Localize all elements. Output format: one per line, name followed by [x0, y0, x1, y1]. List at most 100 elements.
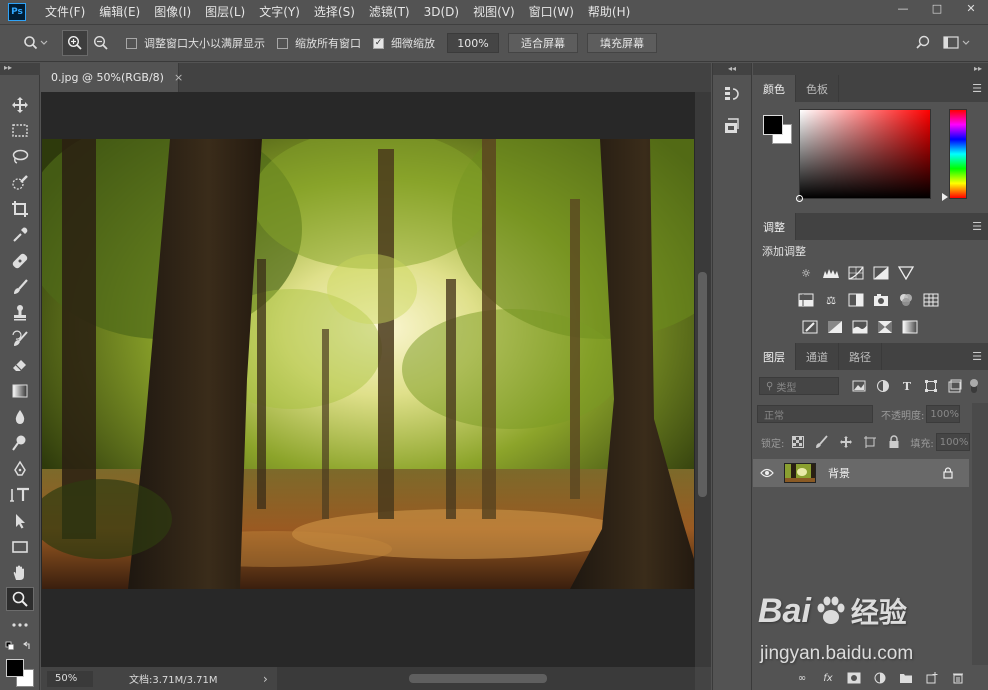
layer-row-background[interactable]: 背景 [753, 459, 969, 487]
tab-adjustments[interactable]: 调整 [753, 213, 796, 240]
black-white-icon[interactable] [847, 292, 865, 308]
exposure-icon[interactable] [872, 265, 890, 281]
photo-filter-icon[interactable] [872, 292, 890, 308]
pen-tool[interactable] [6, 457, 34, 481]
new-layer-icon[interactable] [922, 669, 942, 687]
history-panel-button[interactable] [718, 81, 746, 107]
marquee-tool[interactable] [6, 119, 34, 143]
hue-saturation-icon[interactable] [797, 292, 815, 308]
fit-screen-button[interactable]: 适合屏幕 [508, 33, 578, 53]
tab-swatches[interactable]: 色板 [796, 75, 839, 102]
filter-toggle-switch[interactable] [970, 379, 978, 393]
menu-layer[interactable]: 图层(L) [198, 0, 252, 24]
close-window-button[interactable]: ✕ [954, 0, 988, 16]
menu-type[interactable]: 文字(Y) [252, 0, 307, 24]
gradient-tool[interactable] [6, 379, 34, 403]
dock-collapse-strip[interactable]: ◂◂ [713, 63, 751, 75]
tab-layers[interactable]: 图层 [753, 343, 796, 370]
menu-edit[interactable]: 编辑(E) [92, 0, 147, 24]
crop-tool[interactable] [6, 197, 34, 221]
delete-layer-trash-icon[interactable] [948, 669, 968, 687]
tab-paths[interactable]: 路径 [839, 343, 882, 370]
history-brush-tool[interactable] [6, 327, 34, 351]
menu-image[interactable]: 图像(I) [147, 0, 198, 24]
blur-tool[interactable] [6, 405, 34, 429]
add-layer-mask-icon[interactable] [844, 669, 864, 687]
layers-panel-menu-icon[interactable]: ☰ [972, 351, 982, 362]
invert-icon[interactable] [801, 319, 819, 335]
link-layers-icon[interactable]: ∞ [792, 669, 812, 687]
adjustments-panel-menu-icon[interactable]: ☰ [972, 221, 982, 232]
type-tool[interactable] [6, 483, 34, 507]
swap-default-colors[interactable] [5, 640, 35, 654]
lock-image-pixels-icon[interactable] [814, 434, 830, 450]
search-button[interactable] [910, 30, 936, 56]
workspace-switcher[interactable] [940, 30, 976, 56]
color-balance-icon[interactable]: ⚖ [822, 292, 840, 308]
filter-type-layers-icon[interactable]: T [899, 378, 915, 394]
brush-tool[interactable] [6, 275, 34, 299]
path-selection-tool[interactable] [6, 509, 34, 533]
tab-color[interactable]: 颜色 [753, 75, 796, 102]
hue-slider[interactable] [942, 109, 967, 201]
zoom-tool[interactable] [6, 587, 34, 611]
maximize-button[interactable]: □ [920, 0, 954, 16]
eraser-tool[interactable] [6, 353, 34, 377]
zoom-all-windows-option[interactable]: 缩放所有窗口 [277, 35, 361, 51]
lock-artboard-icon[interactable] [862, 434, 878, 450]
blend-mode-select[interactable]: 正常 [757, 405, 873, 423]
status-zoom-field[interactable]: 50% [47, 670, 93, 687]
menu-window[interactable]: 窗口(W) [522, 0, 581, 24]
new-adjustment-layer-icon[interactable] [870, 669, 890, 687]
foreground-background-swatches[interactable] [6, 659, 36, 687]
filter-smart-objects-icon[interactable] [947, 378, 963, 394]
canvas-horizontal-scrollbar[interactable] [277, 667, 695, 690]
document-canvas-image[interactable] [42, 139, 694, 589]
document-tab[interactable]: 0.jpg @ 50%(RGB/8) × [41, 63, 183, 92]
rectangle-tool[interactable] [6, 535, 34, 559]
color-picker-field[interactable] [796, 109, 931, 202]
posterize-icon[interactable] [826, 319, 844, 335]
tab-channels[interactable]: 通道 [796, 343, 839, 370]
scrubby-zoom-option[interactable]: ✓ 细微缩放 [373, 35, 435, 51]
zoom-in-mode-button[interactable] [62, 30, 88, 56]
new-group-folder-icon[interactable] [896, 669, 916, 687]
toolbar-foreground-color[interactable] [6, 659, 24, 677]
zoom-out-mode-button[interactable] [88, 30, 114, 56]
menu-view[interactable]: 视图(V) [466, 0, 522, 24]
threshold-icon[interactable] [851, 319, 869, 335]
layer-filter-kind-select[interactable]: ⚲ 类型 [759, 377, 839, 395]
clone-stamp-tool[interactable] [6, 301, 34, 325]
opacity-field[interactable]: 100% [926, 405, 961, 423]
filter-shape-layers-icon[interactable] [923, 378, 939, 394]
fill-screen-button[interactable]: 填充屏幕 [587, 33, 657, 53]
lock-all-icon[interactable] [886, 434, 902, 450]
levels-icon[interactable] [822, 265, 840, 281]
gradient-map-icon[interactable] [901, 319, 919, 335]
minimize-button[interactable]: — [886, 0, 920, 16]
canvas-vertical-scrollbar[interactable] [695, 92, 711, 667]
zoom-percent-field[interactable]: 100% [447, 33, 499, 53]
canvas-horizontal-scroll-thumb[interactable] [409, 674, 547, 683]
right-dock-collapse-strip[interactable]: ▸▸ [753, 63, 988, 75]
curves-icon[interactable] [847, 265, 865, 281]
menu-select[interactable]: 选择(S) [307, 0, 362, 24]
color-panel-menu-icon[interactable]: ☰ [972, 83, 982, 94]
quick-selection-tool[interactable] [6, 171, 34, 195]
edit-toolbar-button[interactable] [6, 613, 34, 637]
layers-vertical-scrollbar[interactable] [972, 403, 988, 665]
menu-filter[interactable]: 滤镜(T) [362, 0, 417, 24]
resize-windows-checkbox[interactable] [126, 37, 137, 49]
close-document-icon[interactable]: × [174, 71, 183, 84]
scrubby-zoom-checkbox[interactable]: ✓ [373, 37, 384, 49]
zoom-all-windows-checkbox[interactable] [277, 37, 288, 49]
selective-color-icon[interactable] [876, 319, 894, 335]
brightness-contrast-icon[interactable]: ☼ [797, 265, 815, 281]
vibrance-icon[interactable] [897, 265, 915, 281]
properties-panel-button[interactable] [718, 113, 746, 139]
menu-3d[interactable]: 3D(D) [417, 0, 466, 24]
zoom-tool-preset-picker[interactable] [18, 30, 54, 56]
canvas-vertical-scroll-thumb[interactable] [698, 272, 707, 497]
hand-tool[interactable] [6, 561, 34, 585]
healing-brush-tool[interactable] [6, 249, 34, 273]
